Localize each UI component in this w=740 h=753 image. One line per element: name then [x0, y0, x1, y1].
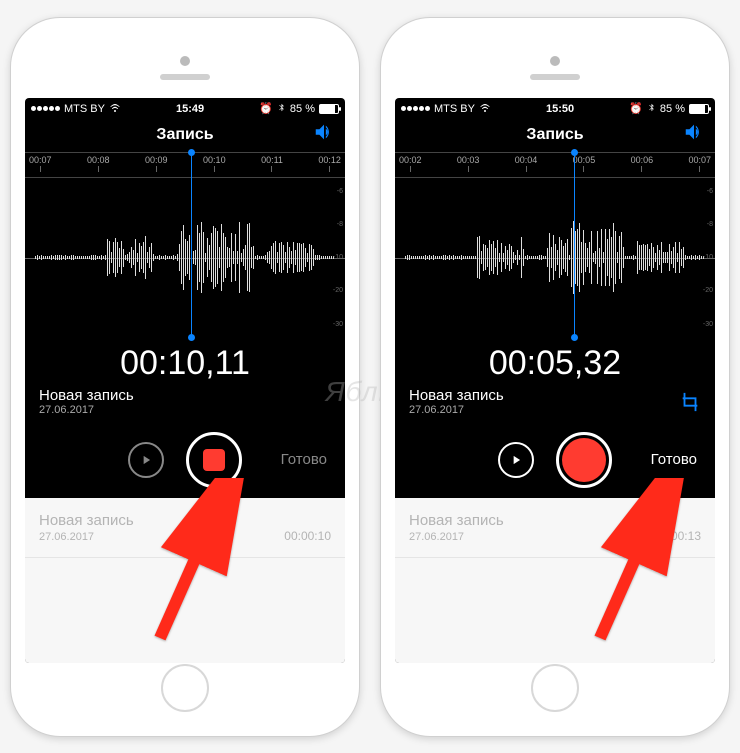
recording-meta: Новая запись 27.06.2017	[25, 385, 345, 422]
recording-date: 27.06.2017	[39, 404, 331, 416]
recording-name: Новая запись	[39, 387, 331, 404]
playhead[interactable]	[574, 152, 575, 338]
crop-icon[interactable]	[679, 391, 701, 418]
ruler-tick: 00:03	[457, 153, 480, 172]
iphone-device: MTS BY 15:50 ⏰ 85 % Запись 00:02	[380, 17, 730, 737]
list-item-duration: 00:00:13	[654, 529, 701, 543]
wave-bars	[25, 208, 345, 308]
recordings-list[interactable]: Новая запись 27.06.2017 00:00:13	[395, 498, 715, 663]
battery-pct: 85 %	[290, 103, 315, 115]
controls: Готово	[395, 422, 715, 498]
battery-icon	[319, 104, 339, 114]
time-ruler[interactable]: 00:07 00:08 00:09 00:10 00:11 00:12	[25, 152, 345, 178]
list-item[interactable]: Новая запись 27.06.2017 00:00:10	[25, 498, 345, 558]
front-camera	[550, 56, 560, 66]
bluetooth-icon	[647, 102, 656, 116]
ruler-tick: 00:02	[399, 153, 422, 172]
status-bar: MTS BY 15:49 ⏰ 85 %	[25, 98, 345, 118]
home-button[interactable]	[531, 664, 579, 712]
recording-name: Новая запись	[409, 387, 701, 404]
timer: 00:10,11	[25, 338, 345, 385]
play-button[interactable]	[128, 442, 164, 478]
signal-icon	[31, 106, 60, 111]
speaker-output-icon[interactable]	[313, 121, 335, 148]
list-item-name: Новая запись	[39, 512, 134, 529]
waveform	[25, 208, 345, 308]
record-icon	[562, 438, 606, 482]
screen: MTS BY 15:50 ⏰ 85 % Запись 00:02	[395, 98, 715, 663]
time-ruler[interactable]: 00:02 00:03 00:04 00:05 00:06 00:07	[395, 152, 715, 178]
clock: 15:49	[121, 103, 259, 115]
stop-icon	[203, 449, 225, 471]
waveform	[395, 208, 715, 308]
ruler-tick: 00:11	[261, 153, 283, 172]
list-item-duration: 00:00:10	[284, 529, 331, 543]
list-item-date: 27.06.2017	[409, 531, 504, 543]
earpiece-speaker	[160, 74, 210, 80]
play-button[interactable]	[498, 442, 534, 478]
alarm-icon: ⏰	[629, 102, 643, 115]
iphone-device: MTS BY 15:49 ⏰ 85 % Запись 00:07	[10, 17, 360, 737]
battery-icon	[689, 104, 709, 114]
ruler-tick: 00:10	[203, 153, 226, 172]
ruler-tick: 00:08	[87, 153, 110, 172]
list-item[interactable]: Новая запись 27.06.2017 00:00:13	[395, 498, 715, 558]
earpiece-speaker	[530, 74, 580, 80]
carrier-label: MTS BY	[434, 103, 475, 115]
speaker-output-icon[interactable]	[683, 121, 705, 148]
battery-pct: 85 %	[660, 103, 685, 115]
done-button[interactable]: Готово	[281, 451, 327, 468]
playhead[interactable]	[191, 152, 192, 338]
signal-icon	[401, 106, 430, 111]
list-item-name: Новая запись	[409, 512, 504, 529]
db-scale: -6-8-10-20-30	[703, 188, 713, 328]
ruler-tick: 00:06	[631, 153, 654, 172]
page-title: Запись	[526, 126, 583, 144]
list-item-date: 27.06.2017	[39, 531, 134, 543]
waveform-area[interactable]: -6-8-10-20-30	[25, 178, 345, 338]
alarm-icon: ⏰	[259, 102, 273, 115]
recording-meta: Новая запись 27.06.2017	[395, 385, 715, 422]
ruler-tick: 00:12	[318, 153, 341, 172]
phone-top	[395, 38, 715, 98]
ruler-tick: 00:04	[515, 153, 538, 172]
ruler-tick: 00:07	[688, 153, 711, 172]
nav-bar: Запись	[25, 118, 345, 152]
wifi-icon	[109, 101, 121, 116]
carrier-label: MTS BY	[64, 103, 105, 115]
db-scale: -6-8-10-20-30	[333, 188, 343, 328]
controls: Готово	[25, 422, 345, 498]
status-bar: MTS BY 15:50 ⏰ 85 %	[395, 98, 715, 118]
wave-bars	[395, 208, 715, 308]
recordings-list[interactable]: Новая запись 27.06.2017 00:00:10	[25, 498, 345, 663]
ruler-tick: 00:07	[29, 153, 52, 172]
record-button[interactable]	[186, 432, 242, 488]
bluetooth-icon	[277, 102, 286, 116]
nav-bar: Запись	[395, 118, 715, 152]
phone-top	[25, 38, 345, 98]
record-button[interactable]	[556, 432, 612, 488]
ruler-tick: 00:09	[145, 153, 168, 172]
wifi-icon	[479, 101, 491, 116]
waveform-area[interactable]: -6-8-10-20-30	[395, 178, 715, 338]
front-camera	[180, 56, 190, 66]
screen: MTS BY 15:49 ⏰ 85 % Запись 00:07	[25, 98, 345, 663]
timer: 00:05,32	[395, 338, 715, 385]
home-button[interactable]	[161, 664, 209, 712]
recording-date: 27.06.2017	[409, 404, 701, 416]
page-title: Запись	[156, 126, 213, 144]
done-button[interactable]: Готово	[651, 451, 697, 468]
clock: 15:50	[491, 103, 629, 115]
